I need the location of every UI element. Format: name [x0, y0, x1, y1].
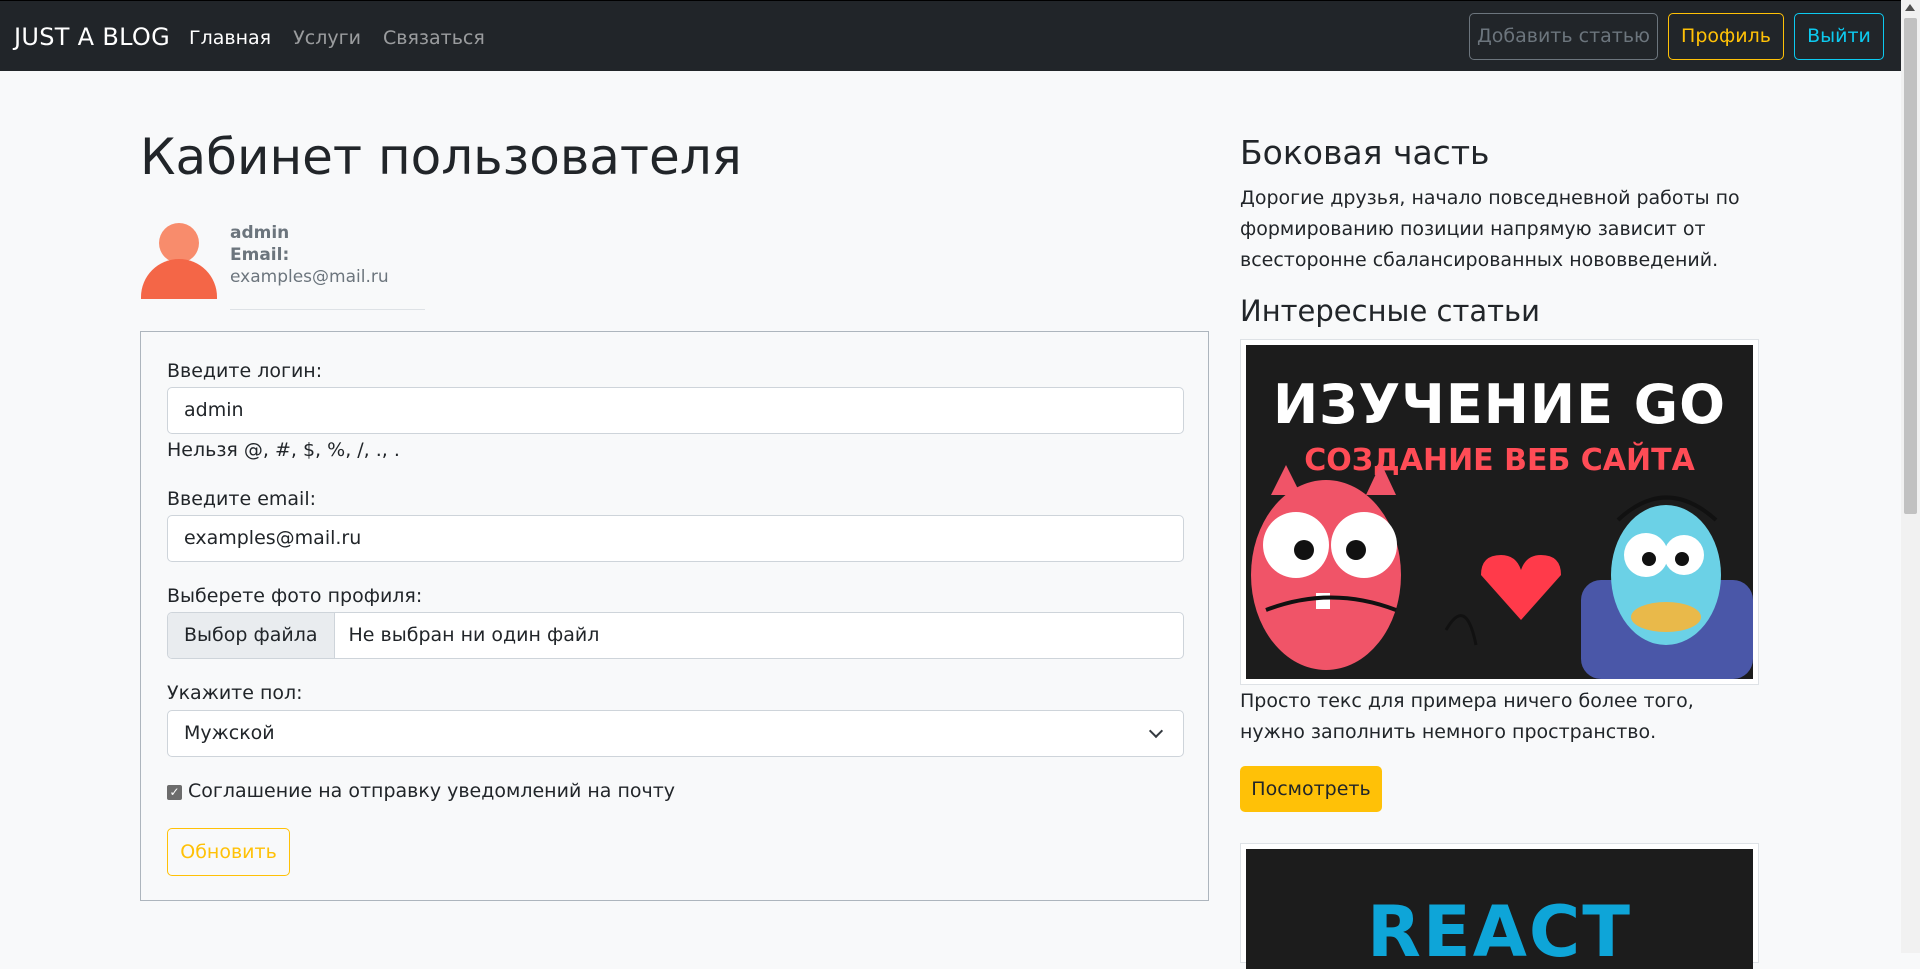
choose-file-button[interactable]: Выбор файла	[168, 613, 335, 658]
user-email-line: Email: examples@mail.ru	[230, 244, 425, 288]
login-label: Введите логин:	[167, 360, 323, 382]
articles-title: Интересные статьи	[1240, 294, 1540, 328]
add-article-button[interactable]: Добавить статью	[1469, 13, 1658, 60]
page-title: Кабинет пользователя	[140, 128, 742, 186]
nav-link-contact[interactable]: Связаться	[383, 27, 485, 49]
article-text: Просто текс для примера ничего более тог…	[1240, 690, 1694, 743]
user-info: admin Email: examples@mail.ru	[230, 222, 425, 310]
nav-link-home[interactable]: Главная	[189, 27, 271, 49]
page-scrollbar[interactable]	[1901, 0, 1920, 953]
divider	[230, 309, 425, 310]
file-status: Не выбран ни один файл	[348, 624, 600, 646]
article-image-title: REACT	[1366, 891, 1632, 969]
scroll-up-arrow-icon[interactable]	[1905, 4, 1915, 11]
login-input[interactable]: admin	[167, 387, 1184, 434]
profile-form: Введите логин: admin Нельзя @, #, $, %, …	[140, 331, 1209, 901]
email-label: Введите email:	[167, 488, 317, 510]
user-email: examples@mail.ru	[230, 267, 389, 287]
brand-logo[interactable]: JUST A BLOG	[14, 23, 170, 51]
navbar: JUST A BLOG Главная Услуги Связаться Доб…	[0, 0, 1901, 71]
update-button[interactable]: Обновить	[167, 828, 290, 876]
notify-checkbox[interactable]: ✓	[167, 785, 182, 800]
profile-button[interactable]: Профиль	[1668, 13, 1784, 60]
login-hint: Нельзя @, #, $, %, /, ., .	[167, 439, 400, 461]
article-image-go[interactable]: ИЗУЧЕНИЕ GO СОЗДАНИЕ ВЕБ САЙТА	[1240, 339, 1759, 685]
user-avatar-icon	[141, 223, 217, 299]
sidebar-text: Дорогие друзья, начало повседневной рабо…	[1240, 187, 1740, 271]
gender-label: Укажите пол:	[167, 682, 303, 704]
nav-link-services[interactable]: Услуги	[293, 27, 361, 49]
email-input[interactable]: examples@mail.ru	[167, 515, 1184, 562]
user-name: admin	[230, 223, 290, 243]
notify-checkbox-label[interactable]: Соглашение на отправку уведомлений на по…	[188, 780, 675, 802]
scrollbar-thumb[interactable]	[1904, 18, 1917, 514]
logout-button[interactable]: Выйти	[1794, 13, 1884, 60]
nav-links: Главная Услуги Связаться	[189, 27, 502, 49]
article-image-react[interactable]: REACT	[1240, 843, 1759, 969]
photo-file-input[interactable]: Выбор файла Не выбран ни один файл	[167, 612, 1184, 659]
gender-selected-value: Мужской	[184, 722, 275, 744]
sidebar-title: Боковая часть	[1240, 133, 1490, 172]
photo-label: Выберете фото профиля:	[167, 585, 423, 607]
gender-select[interactable]: Мужской	[167, 710, 1184, 757]
chevron-down-icon	[1148, 723, 1164, 739]
view-article-button[interactable]: Посмотреть	[1240, 766, 1382, 812]
gopher-illustration-icon	[1251, 463, 1753, 679]
user-email-label: Email:	[230, 245, 290, 265]
